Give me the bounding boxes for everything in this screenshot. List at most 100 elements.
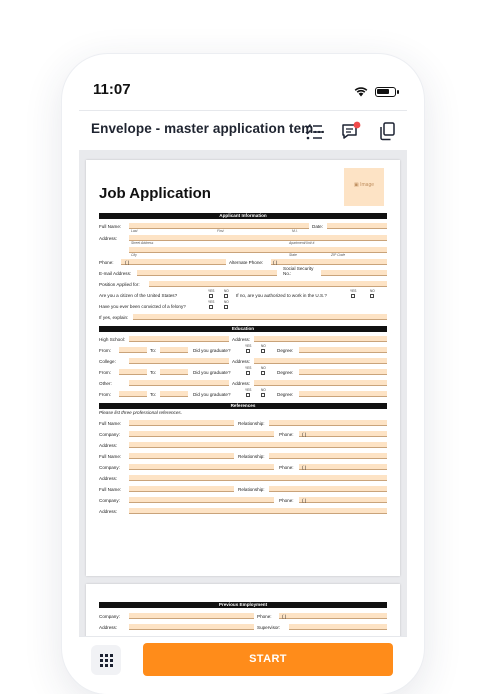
start-button[interactable]: START	[143, 643, 393, 676]
previous-employment-header: Previous Employment	[99, 602, 387, 608]
high-school-label: High School:	[99, 337, 126, 342]
fields-list-icon[interactable]	[303, 120, 325, 142]
ref3-relationship-field[interactable]	[269, 486, 387, 492]
position-field[interactable]	[149, 281, 387, 287]
other-graduate-label: Did you graduate?	[193, 392, 231, 397]
other-field[interactable]	[129, 380, 229, 386]
status-bar: 11:07	[62, 54, 424, 110]
college-field[interactable]	[129, 358, 229, 364]
ref1-address-field[interactable]	[129, 442, 387, 448]
citizen-no-checkbox[interactable]	[224, 294, 228, 298]
copy-pages-icon[interactable]	[376, 120, 398, 142]
other-address-field[interactable]	[254, 380, 387, 386]
ref2-company-label: Company:	[99, 465, 120, 470]
alternate-phone-field[interactable]	[271, 259, 387, 265]
felony-no-label: NO	[224, 300, 229, 304]
email-field[interactable]	[137, 270, 277, 276]
ref3-address-row: Address:	[99, 507, 387, 517]
phone-frame: 11:07 Envelope - master application tem.…	[62, 54, 424, 694]
ref3-address-label: Address:	[99, 509, 118, 514]
ref2-phone-paren: ( )	[302, 465, 307, 470]
ssn-label: Social Security No.:	[283, 266, 314, 276]
city-sublabel: City	[131, 253, 137, 257]
ref3-address-field[interactable]	[129, 508, 387, 514]
applicant-information-header: Applicant Information	[99, 213, 387, 219]
high-school-yes-label: YES	[245, 344, 252, 348]
college-from-field[interactable]	[119, 369, 147, 375]
college-label: College:	[99, 359, 116, 364]
authorized-yes-checkbox[interactable]	[351, 294, 355, 298]
other-from-field[interactable]	[119, 391, 147, 397]
references-note-row: Please list three professional reference…	[99, 409, 387, 419]
ref3-phone-label: Phone:	[279, 498, 294, 503]
high-school-address-field[interactable]	[254, 336, 387, 342]
ref2-name-row: Full Name: Relationship:	[99, 452, 387, 462]
ref1-relationship-field[interactable]	[269, 420, 387, 426]
high-school-no-checkbox[interactable]	[261, 349, 265, 353]
citizen-yes-checkbox[interactable]	[209, 294, 213, 298]
ref2-address-label: Address:	[99, 476, 118, 481]
ref2-name-label: Full Name:	[99, 454, 122, 459]
authorized-no-checkbox[interactable]	[370, 294, 374, 298]
citizen-no-label: NO	[224, 289, 229, 293]
other-degree-field[interactable]	[299, 391, 387, 397]
high-school-from-label: From:	[99, 348, 111, 353]
other-address-label: Address:	[232, 381, 251, 386]
ref3-name-field[interactable]	[129, 486, 234, 492]
ref1-name-field[interactable]	[129, 420, 234, 426]
high-school-yes-checkbox[interactable]	[246, 349, 250, 353]
ref1-company-label: Company:	[99, 432, 120, 437]
ref2-company-field[interactable]	[129, 464, 274, 470]
college-no-checkbox[interactable]	[261, 371, 265, 375]
comments-icon[interactable]	[340, 120, 362, 142]
other-to-field[interactable]	[160, 391, 188, 397]
image-placeholder[interactable]: ▣ Image	[344, 168, 384, 206]
ref1-phone-label: Phone:	[279, 432, 294, 437]
document-viewer[interactable]: ▣ Image Job Application Applicant Inform…	[79, 150, 407, 636]
college-yes-checkbox[interactable]	[246, 371, 250, 375]
email-label: E-mail Address:	[99, 271, 132, 276]
supervisor-field[interactable]	[289, 624, 387, 630]
ref3-company-field[interactable]	[129, 497, 274, 503]
ref2-name-field[interactable]	[129, 453, 234, 459]
email-row: E-mail Address: Social Security No.:	[99, 266, 387, 279]
college-address-field[interactable]	[254, 358, 387, 364]
ref1-phone-paren: ( )	[302, 432, 307, 437]
employment-company-field[interactable]	[129, 613, 254, 619]
explain-row: If yes, explain:	[99, 313, 387, 323]
page-grid-button[interactable]	[91, 645, 121, 675]
employment-phone-field[interactable]	[279, 613, 387, 619]
felony-no-checkbox[interactable]	[224, 305, 228, 309]
college-to-field[interactable]	[160, 369, 188, 375]
college-no-label: NO	[261, 366, 266, 370]
alternate-phone-paren: ( )	[273, 260, 278, 265]
explain-field[interactable]	[133, 314, 387, 320]
high-school-field[interactable]	[129, 336, 229, 342]
college-degree-field[interactable]	[299, 369, 387, 375]
high-school-graduate-label: Did you graduate?	[193, 348, 231, 353]
high-school-degree-field[interactable]	[299, 347, 387, 353]
ref3-phone-field[interactable]	[299, 497, 387, 503]
other-no-label: NO	[261, 388, 266, 392]
ref1-company-field[interactable]	[129, 431, 274, 437]
last-sublabel: Last	[131, 229, 138, 233]
ref3-company-row: Company: Phone: ( )	[99, 496, 387, 506]
bottom-toolbar: START	[79, 636, 407, 694]
felony-yes-checkbox[interactable]	[209, 305, 213, 309]
other-yes-checkbox[interactable]	[246, 393, 250, 397]
ref2-phone-field[interactable]	[299, 464, 387, 470]
ref1-address-label: Address:	[99, 443, 118, 448]
other-row: Other: Address:	[99, 379, 387, 389]
ref2-address-field[interactable]	[129, 475, 387, 481]
high-school-row: High School: Address:	[99, 335, 387, 345]
ref1-phone-field[interactable]	[299, 431, 387, 437]
ssn-field[interactable]	[321, 270, 387, 276]
ref2-relationship-field[interactable]	[269, 453, 387, 459]
ref3-name-label: Full Name:	[99, 487, 122, 492]
high-school-from-field[interactable]	[119, 347, 147, 353]
high-school-address-label: Address:	[232, 337, 251, 342]
employment-address-field[interactable]	[129, 624, 254, 630]
other-no-checkbox[interactable]	[261, 393, 265, 397]
high-school-to-field[interactable]	[160, 347, 188, 353]
phone-field[interactable]	[121, 259, 226, 265]
